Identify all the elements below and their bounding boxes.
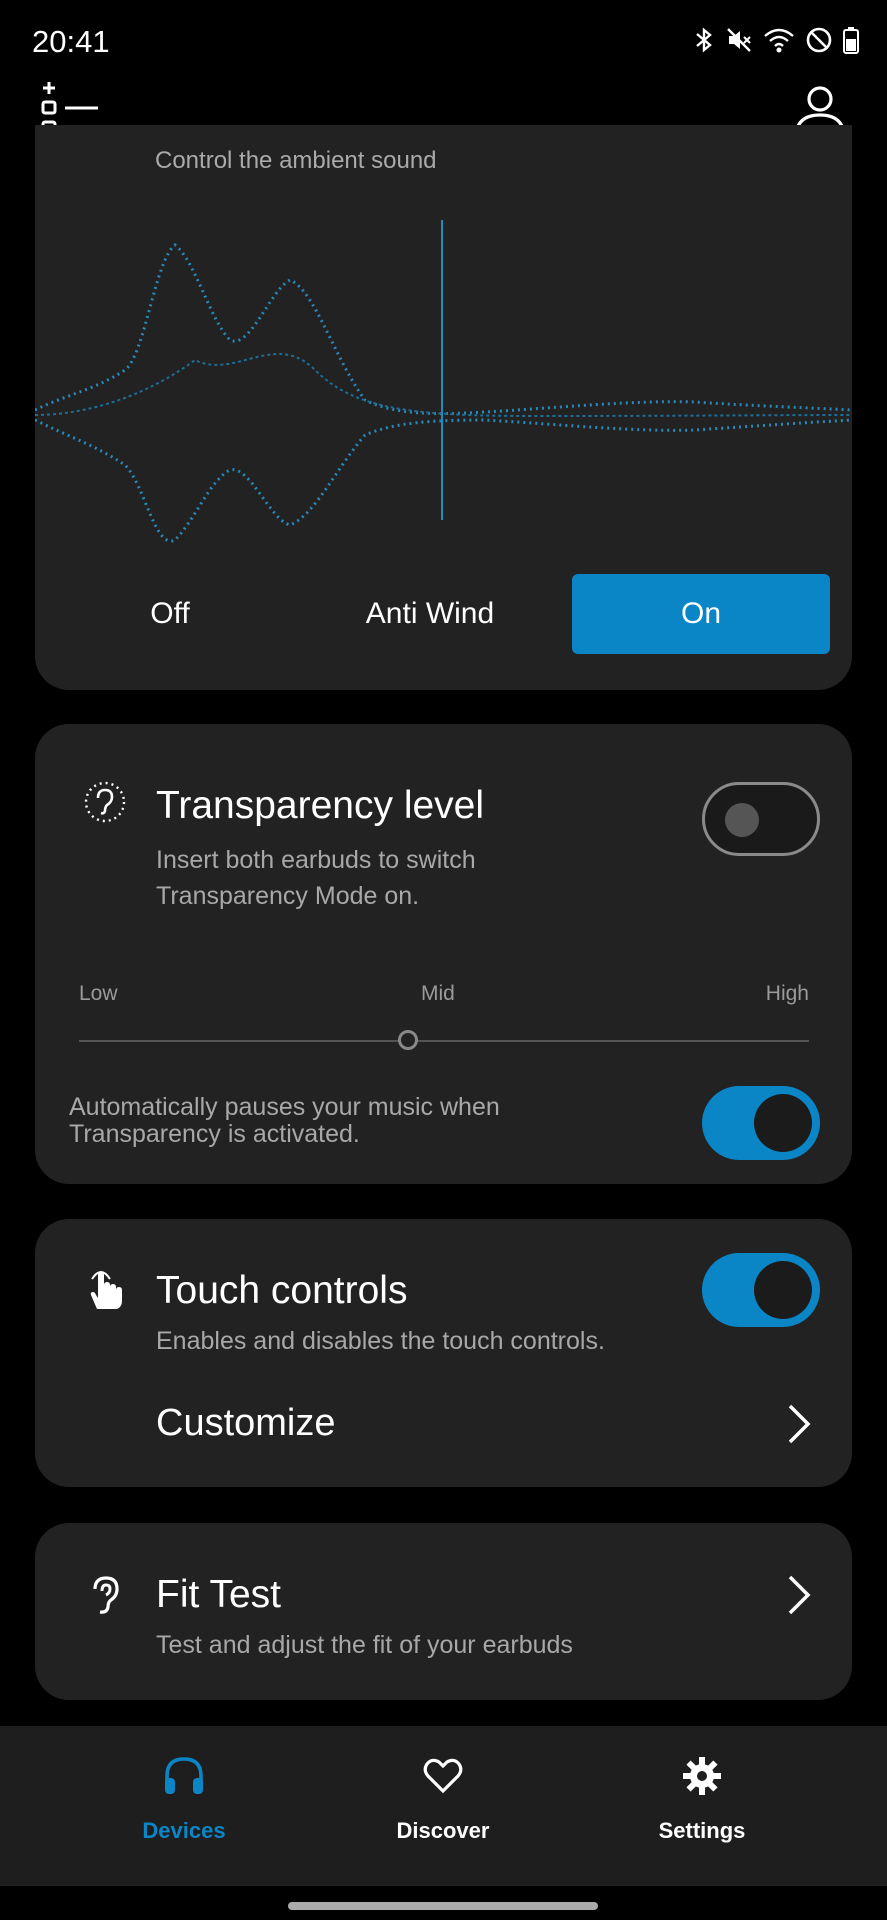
auto-pause-description: Automatically pauses your music when Tra… (69, 1093, 500, 1148)
mode-option-off[interactable]: Off (115, 574, 225, 654)
transparency-description: Insert both earbuds to switch Transparen… (156, 846, 476, 910)
sound-wave-visualization (35, 220, 852, 543)
transparency-slider-thumb[interactable] (397, 1030, 418, 1050)
gear-icon (683, 1757, 721, 1795)
ambient-mode-selector: Off Anti Wind On (35, 574, 852, 654)
mode-option-on[interactable]: On (572, 574, 830, 654)
status-icons (693, 26, 859, 54)
nav-discover-label: Discover (396, 1818, 490, 1843)
chevron-right-icon[interactable] (784, 1573, 814, 1617)
transparency-title: Transparency level (156, 784, 485, 827)
mode-option-anti-wind[interactable]: Anti Wind (335, 574, 525, 654)
touch-hand-icon (90, 1271, 122, 1309)
nav-settings[interactable]: Settings (602, 1726, 802, 1886)
wifi-icon (764, 28, 794, 53)
status-time: 20:41 (32, 24, 110, 59)
nav-devices-label: Devices (142, 1818, 226, 1843)
slider-low-label: Low (79, 982, 118, 1005)
fit-test-card[interactable]: Fit Test Test and adjust the fit of your… (35, 1523, 852, 1700)
slider-high-label: High (765, 982, 809, 1005)
ear-icon (93, 1576, 119, 1614)
nav-discover[interactable]: Discover (343, 1726, 543, 1886)
transparency-slider-labels: Low Mid High (79, 982, 809, 1012)
slider-mid-label: Mid (421, 982, 455, 1005)
touch-controls-description: Enables and disables the touch controls. (156, 1327, 605, 1355)
headphones-icon (165, 1757, 203, 1794)
chevron-right-icon[interactable] (784, 1402, 814, 1446)
heart-icon (423, 1758, 463, 1794)
touch-controls-title: Touch controls (156, 1269, 408, 1312)
fit-test-description: Test and adjust the fit of your earbuds (156, 1631, 573, 1659)
transparency-toggle[interactable] (702, 782, 820, 856)
nav-settings-label: Settings (658, 1818, 746, 1843)
bluetooth-icon (696, 27, 712, 53)
ambient-sound-subtitle: Control the ambient sound (155, 147, 437, 169)
do-not-disturb-icon (806, 27, 832, 53)
toggle-knob (754, 1261, 812, 1319)
fit-test-title: Fit Test (156, 1573, 281, 1616)
auto-pause-toggle[interactable] (702, 1086, 820, 1160)
home-indicator[interactable] (288, 1902, 598, 1910)
mute-icon (727, 28, 751, 52)
transparency-slider-track[interactable] (79, 1040, 809, 1042)
nav-devices[interactable]: Devices (84, 1726, 284, 1886)
touch-controls-card: Touch controls Enables and disables the … (35, 1219, 852, 1487)
battery-icon (843, 27, 859, 54)
touch-controls-toggle[interactable] (702, 1253, 820, 1327)
ear-dotted-icon (84, 781, 126, 823)
ambient-sound-card: Control the ambient sound Off Anti Wind … (35, 125, 852, 690)
toggle-knob (754, 1094, 812, 1152)
bottom-navigation: Devices Discover Settings (0, 1726, 887, 1886)
status-bar: 20:41 (0, 0, 887, 80)
customize-link[interactable]: Customize (156, 1402, 336, 1445)
toggle-knob (725, 803, 759, 837)
transparency-card: Transparency level Insert both earbuds t… (35, 724, 852, 1184)
